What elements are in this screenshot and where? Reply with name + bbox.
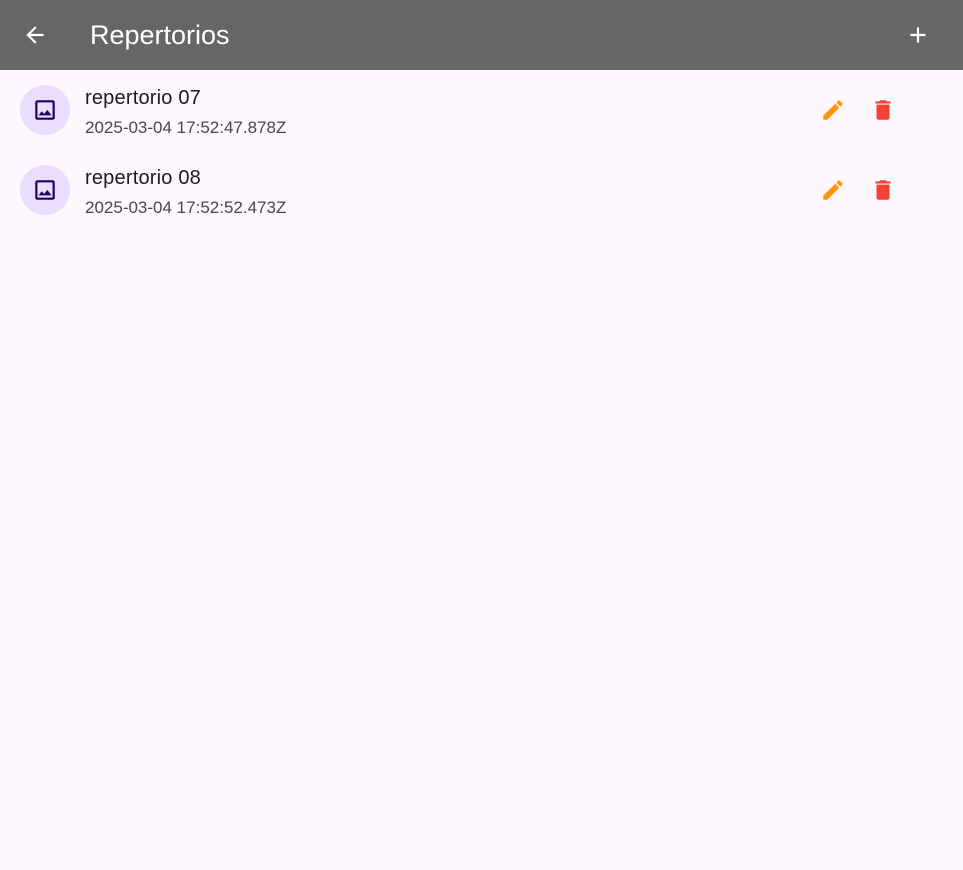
list-item[interactable]: repertorio 08 2025-03-04 17:52:52.473Z (0, 150, 963, 230)
page-title: Repertorios (90, 20, 230, 50)
delete-icon (875, 180, 891, 200)
list-item[interactable]: repertorio 07 2025-03-04 17:52:47.878Z (0, 70, 963, 150)
avatar (20, 85, 70, 135)
edit-icon (823, 180, 843, 200)
item-title: repertorio 07 (85, 87, 201, 109)
back-button[interactable] (15, 15, 55, 55)
item-title: repertorio 08 (85, 167, 201, 189)
app-bar: Repertorios (0, 0, 963, 70)
edit-button[interactable] (813, 90, 853, 130)
add-button[interactable] (898, 15, 938, 55)
repertorio-list: repertorio 07 2025-03-04 17:52:47.878Z r… (0, 70, 963, 230)
item-subtitle: 2025-03-04 17:52:47.878Z (85, 118, 287, 137)
edit-button[interactable] (813, 170, 853, 210)
arrow-back-icon (26, 26, 44, 44)
add-icon (910, 27, 926, 43)
delete-button[interactable] (863, 170, 903, 210)
item-subtitle: 2025-03-04 17:52:52.473Z (85, 198, 287, 217)
delete-icon (875, 100, 891, 120)
image-icon (35, 180, 55, 200)
image-icon (35, 100, 55, 120)
edit-icon (823, 100, 843, 120)
delete-button[interactable] (863, 90, 903, 130)
avatar (20, 165, 70, 215)
